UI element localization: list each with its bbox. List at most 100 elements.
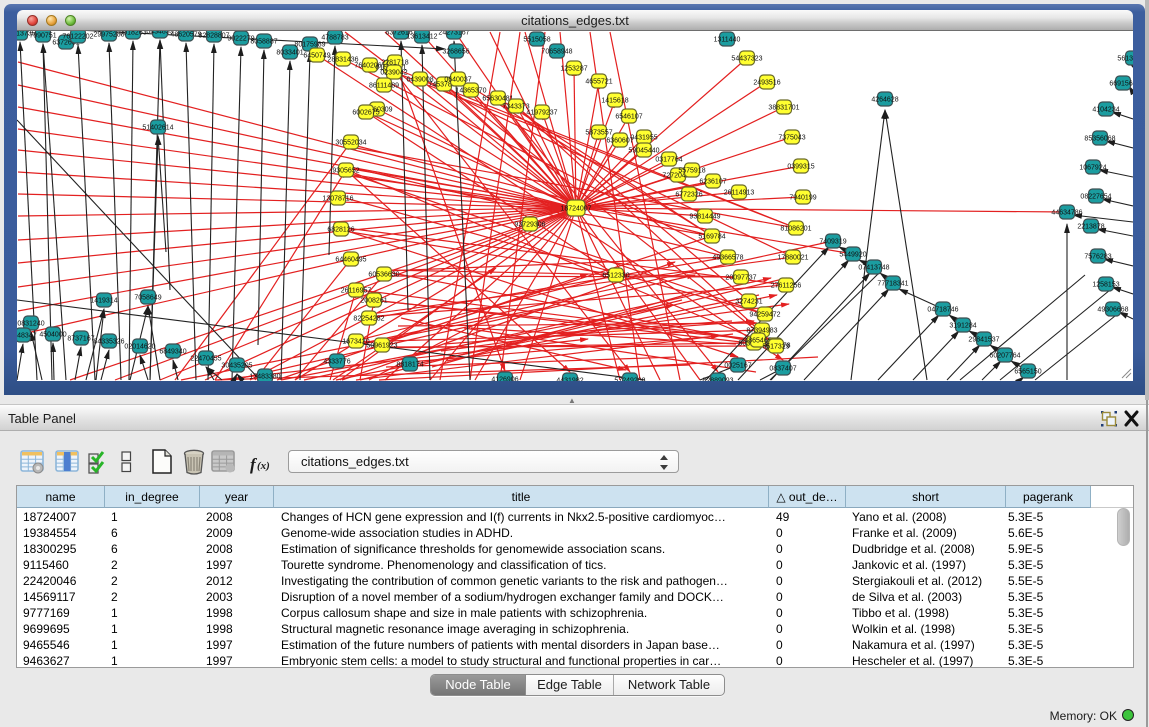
svg-text:0831240: 0831240 [17, 320, 44, 327]
svg-text:4126906: 4126906 [491, 376, 518, 381]
svg-text:6236107: 6236107 [699, 178, 726, 185]
svg-text:0399315: 0399315 [787, 163, 814, 170]
svg-text:70658948: 70658948 [541, 48, 572, 55]
svg-text:3448347: 3448347 [17, 332, 37, 339]
svg-text:4104234: 4104234 [1092, 106, 1119, 113]
svg-text:4431982: 4431982 [556, 377, 583, 381]
svg-text:26116957: 26116957 [341, 287, 372, 294]
svg-text:54437323: 54437323 [731, 55, 762, 62]
svg-text:57249208: 57249208 [614, 377, 645, 381]
svg-text:81086201: 81086201 [780, 225, 811, 232]
svg-text:1419314: 1419314 [90, 297, 117, 304]
svg-text:93729306: 93729306 [514, 221, 545, 228]
svg-text:30435205: 30435205 [221, 362, 252, 369]
svg-text:93814449: 93814449 [689, 213, 720, 220]
svg-text:82889093: 82889093 [702, 377, 733, 381]
svg-text:27611256: 27611256 [771, 282, 802, 289]
svg-text:20097737: 20097737 [725, 274, 756, 281]
svg-text:60207764: 60207764 [989, 352, 1020, 359]
svg-text:0837407: 0837407 [769, 365, 796, 372]
svg-text:59045440: 59045440 [628, 147, 659, 154]
svg-text:5515058: 5515058 [523, 36, 550, 43]
svg-text:0239042: 0239042 [380, 69, 407, 76]
svg-text:0018263: 0018263 [119, 31, 146, 36]
svg-text:7990751: 7990751 [29, 32, 56, 39]
svg-text:8818174: 8818174 [396, 361, 423, 368]
svg-text:5517329: 5517329 [762, 343, 789, 350]
svg-text:17483380: 17483380 [249, 373, 280, 380]
svg-text:1258153: 1258153 [1092, 281, 1119, 288]
svg-text:7940199: 7940199 [789, 194, 816, 201]
svg-text:02014620: 02014620 [124, 343, 155, 350]
svg-text:76122202: 76122202 [62, 33, 93, 40]
svg-text:6546107: 6546107 [615, 113, 642, 120]
svg-text:13078716: 13078716 [322, 195, 353, 202]
svg-text:56130445: 56130445 [1117, 55, 1133, 62]
svg-text:2493516: 2493516 [753, 79, 780, 86]
svg-text:48620579: 48620579 [170, 31, 201, 38]
svg-text:5873557: 5873557 [585, 129, 612, 136]
svg-text:38831701: 38831701 [768, 104, 799, 111]
svg-text:5449920: 5449920 [839, 251, 866, 258]
svg-text:7375043: 7375043 [778, 134, 805, 141]
svg-text:26114913: 26114913 [724, 189, 755, 196]
svg-text:22470455: 22470455 [190, 355, 221, 362]
svg-text:4264628: 4264628 [871, 96, 898, 103]
svg-text:4333776: 4333776 [323, 358, 350, 365]
svg-text:0317764: 0317764 [655, 156, 682, 163]
svg-text:6691564: 6691564 [1109, 80, 1133, 87]
svg-text:8033401: 8033401 [276, 49, 303, 56]
svg-text:60536630: 60536630 [368, 271, 399, 278]
svg-text:77718341: 77718341 [877, 280, 908, 287]
svg-text:2008261: 2008261 [360, 297, 387, 304]
svg-text:14365370: 14365370 [455, 87, 486, 94]
svg-text:6512330: 6512330 [602, 272, 629, 279]
svg-text:41979237: 41979237 [526, 109, 557, 116]
svg-text:4655721: 4655721 [585, 78, 612, 85]
svg-text:0640037: 0640037 [444, 76, 471, 83]
svg-text:7409319: 7409319 [819, 238, 846, 245]
svg-text:6565150: 6565150 [1014, 368, 1041, 375]
svg-text:64460495: 64460495 [335, 256, 366, 263]
svg-text:6772326: 6772326 [675, 191, 702, 198]
svg-text:85356068: 85356068 [1084, 135, 1115, 142]
svg-text:8058887: 8058887 [250, 38, 277, 45]
svg-text:94259472: 94259472 [749, 311, 780, 318]
svg-text:3268656: 3268656 [442, 48, 469, 55]
svg-text:1067924: 1067924 [1079, 164, 1106, 171]
svg-text:80175989: 80175989 [294, 41, 325, 48]
svg-text:08227654: 08227654 [1080, 193, 1111, 200]
svg-text:4504000: 4504000 [39, 331, 66, 338]
svg-text:5575918: 5575918 [678, 167, 705, 174]
svg-text:6849340: 6849340 [159, 348, 186, 355]
svg-text:7058649: 7058649 [134, 294, 161, 301]
svg-text:1253287: 1253287 [560, 65, 587, 72]
svg-text:1415618: 1415618 [601, 97, 628, 104]
svg-text:5169784: 5169784 [698, 233, 725, 240]
svg-text:44634786: 44634786 [1051, 209, 1082, 216]
svg-text:82828807: 82828807 [198, 32, 229, 39]
svg-text:(x): (x) [257, 460, 270, 472]
svg-text:6002675: 6002675 [352, 109, 379, 116]
svg-text:04718746: 04718746 [927, 306, 958, 313]
svg-text:86111489: 86111489 [369, 82, 399, 89]
svg-text:24273167: 24273167 [438, 31, 469, 36]
svg-text:1311440: 1311440 [714, 36, 741, 43]
svg-text:18724007: 18724007 [560, 205, 591, 212]
svg-text:8737167: 8737167 [67, 335, 94, 342]
svg-text:3274231: 3274231 [735, 298, 762, 305]
svg-text:82254282: 82254282 [353, 315, 384, 322]
svg-text:51402614: 51402614 [142, 124, 173, 131]
svg-text:0431955: 0431955 [630, 134, 657, 141]
svg-text:17880021: 17880021 [777, 254, 808, 261]
svg-text:13613412: 13613412 [406, 33, 437, 40]
svg-text:9305652: 9305652 [332, 167, 359, 174]
svg-text:30552034: 30552034 [335, 139, 366, 146]
svg-text:2213878: 2213878 [1077, 223, 1104, 230]
svg-text:84335326: 84335326 [93, 338, 124, 345]
svg-text:0025167: 0025167 [724, 362, 751, 369]
svg-text:7576283: 7576283 [1084, 253, 1111, 260]
svg-text:49366578: 49366578 [712, 254, 743, 261]
svg-text:50961923: 50961923 [366, 342, 397, 349]
svg-text:6828126: 6828126 [327, 226, 354, 233]
